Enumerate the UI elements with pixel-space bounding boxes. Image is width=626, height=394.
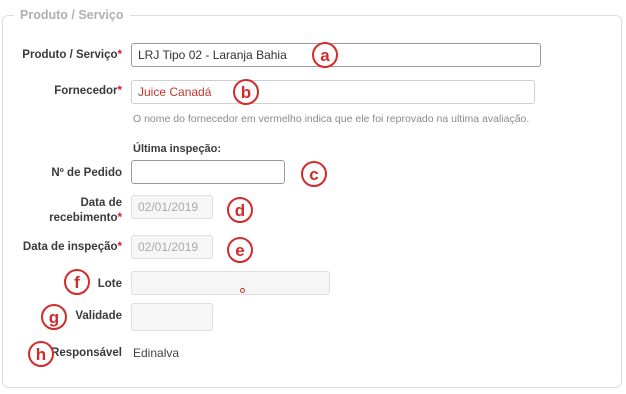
annotation-g: g [41, 304, 67, 330]
validade-input[interactable] [131, 303, 213, 331]
annotation-c: c [301, 161, 327, 187]
required-marker: * [117, 241, 122, 253]
fieldset-legend: Produto / Serviço [14, 8, 130, 22]
fornecedor-label: Fornecedor* [54, 85, 122, 97]
fornecedor-help-text: O nome do fornecedor em vermelho indica … [133, 113, 530, 125]
required-marker: * [117, 49, 122, 61]
pedido-input[interactable] [131, 160, 285, 184]
produto-label: Produto / Serviço* [22, 49, 122, 61]
annotation-b: b [233, 79, 259, 105]
pedido-label: Nº de Pedido [51, 167, 122, 179]
recebimento-input[interactable] [131, 195, 213, 219]
annotation-h: h [28, 341, 54, 367]
responsavel-label: Responsável [51, 347, 122, 359]
cursor-marker [240, 288, 245, 293]
lote-input[interactable] [131, 271, 330, 295]
fornecedor-input[interactable] [131, 80, 535, 104]
validade-label: Validade [75, 310, 122, 322]
inspecao-input[interactable] [131, 235, 213, 259]
required-marker: * [117, 212, 122, 224]
annotation-a: a [312, 42, 338, 68]
annotation-d: d [227, 197, 253, 223]
annotation-e: e [227, 237, 253, 263]
recebimento-label: Data de recebimento* [49, 197, 122, 224]
ultima-inspecao-heading: Última inspeção: [133, 143, 222, 155]
required-marker: * [117, 85, 122, 97]
inspecao-label: Data de inspeção* [22, 241, 122, 253]
lote-label: Lote [97, 278, 122, 290]
responsavel-value: Edinalva [133, 346, 180, 360]
annotation-f: f [64, 269, 90, 295]
